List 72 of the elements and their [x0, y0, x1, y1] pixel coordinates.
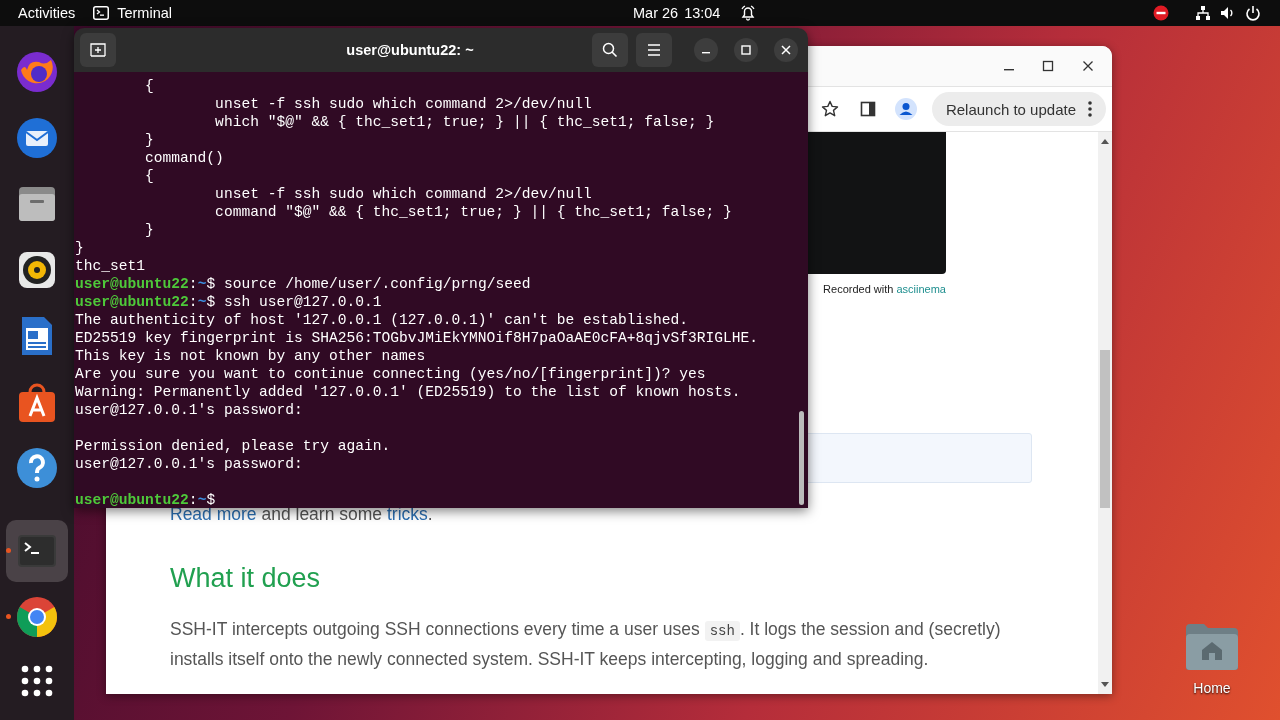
terminal-line: Are you sure you want to continue connecting (yes/no/[fingerprint])? yes — [75, 366, 706, 382]
time-label: 13:04 — [684, 5, 721, 21]
terminal-line: The authenticity of host '127.0.0.1 (127.0.0.1)' can't be established. — [75, 312, 689, 328]
bell-icon — [740, 5, 757, 21]
terminal-line: unset -f ssh sudo which command 2>/dev/null — [214, 186, 592, 202]
network-icon — [1195, 5, 1211, 21]
text-link[interactable]: tricks — [386, 504, 428, 524]
maximize-icon — [741, 45, 751, 55]
maximize-button[interactable] — [734, 38, 758, 62]
running-indicator — [6, 614, 11, 619]
no-entry-icon[interactable] — [1153, 5, 1169, 21]
terminal-line: user@127.0.0.1's password: — [75, 456, 303, 472]
paragraph: SSH-IT intercepts outgoing SSH connections every time a user uses ssh . It logs the session and (secretly) installs itself onto the newly connected system. SSH-IT keeps intercepting, logging and spreading. — [170, 618, 1002, 671]
terminal-line: thc_set1 — [75, 258, 146, 274]
date-label: Mar 26 — [633, 5, 679, 21]
terminal-line: { — [144, 168, 154, 184]
terminal-line: Permission denied, please try again. — [75, 438, 391, 454]
maximize-icon[interactable] — [1042, 60, 1054, 72]
system-menu[interactable] — [1195, 5, 1261, 21]
power-icon — [1245, 5, 1261, 21]
search-button[interactable] — [592, 33, 628, 67]
terminal-line: command "$@" && { thc_set1; true; } || { thc_set1; false; } — [214, 204, 732, 220]
clock-button[interactable]: Mar 26 13:04 — [633, 5, 757, 21]
activities-button[interactable]: Activities — [18, 5, 76, 21]
prompt-line: user@ubuntu22:~$ — [75, 492, 217, 508]
close-icon — [781, 45, 791, 55]
terminal-line: which "$@" && { thc_set1; true; } || { thc_set1; false; } — [214, 114, 715, 130]
terminal-line: unset -f ssh sudo which command 2>/dev/null — [214, 96, 592, 112]
terminal-line: command() — [144, 150, 224, 166]
prompt-line: user@ubuntu22:~$ source /home/user/.config/prng/seed — [75, 276, 531, 292]
scroll-down-icon[interactable] — [1101, 682, 1109, 688]
section-heading: What it does — [170, 562, 322, 595]
terminal-line: This key is not known by any other names — [75, 348, 426, 364]
new-tab-icon — [90, 43, 106, 57]
scrollbar-thumb[interactable] — [1100, 350, 1110, 508]
prompt-line: user@ubuntu22:~$ ssh user@127.0.0.1 — [75, 294, 382, 310]
terminal-line: } — [75, 240, 84, 256]
fox-globe-icon — [15, 50, 59, 94]
running-indicator — [6, 548, 11, 553]
app-menu[interactable]: Terminal — [93, 5, 172, 21]
scrollbar-thumb[interactable] — [799, 411, 804, 505]
person-icon — [894, 98, 917, 120]
inline-code: ssh — [704, 621, 740, 641]
relaunch-button[interactable]: Relaunch to update — [931, 92, 1106, 126]
terminal-line: } — [144, 222, 154, 238]
terminal-line: { — [144, 78, 154, 94]
new-tab-button[interactable] — [80, 33, 116, 67]
terminal-icon — [93, 6, 110, 20]
search-icon — [602, 42, 618, 58]
terminal-line: user@127.0.0.1's password: — [75, 402, 303, 418]
asciinema-link[interactable]: asciinema — [896, 283, 946, 295]
minimize-icon[interactable] — [1004, 69, 1014, 71]
bird-envelope-icon — [15, 116, 59, 160]
desktop-icon-label: Home — [1193, 680, 1231, 696]
kebab-menu-icon — [1088, 101, 1092, 117]
side-panel-icon — [859, 101, 876, 117]
star-icon — [820, 100, 839, 118]
help-icon — [15, 446, 59, 490]
terminal-line: ED25519 key fingerprint is SHA256:TOGbvJMiEkYMNOif8H7paOaAE0cFA+8qjvSf3RIGLHE. — [75, 330, 759, 346]
browser-icon — [15, 595, 59, 639]
terminal-line: Warning: Permanently added '127.0.0.1' (ED25519) to the list of known hosts. — [75, 384, 741, 400]
menu-button[interactable] — [636, 33, 672, 67]
minimize-button[interactable] — [694, 38, 718, 62]
minimize-icon — [702, 52, 710, 54]
terminal-line: } — [144, 132, 154, 148]
menu-icon — [647, 44, 661, 56]
app-grid-icon — [21, 665, 53, 697]
close-icon[interactable] — [1082, 60, 1094, 72]
scroll-up-icon[interactable] — [1101, 138, 1109, 144]
scrollbar[interactable] — [1098, 132, 1112, 694]
close-button[interactable] — [774, 38, 798, 62]
window-title: user@ubuntu22: ~ — [345, 42, 475, 58]
